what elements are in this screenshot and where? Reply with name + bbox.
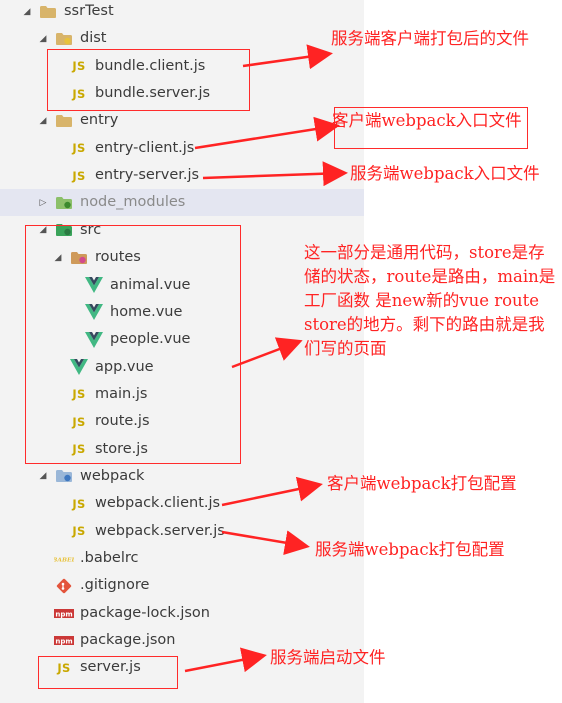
tree-item-label: webpack.client.js — [95, 495, 221, 512]
tree-item-gitignore[interactable]: .gitignore — [0, 572, 364, 599]
tree-item-entry[interactable]: ◢ entry — [0, 107, 364, 134]
tree-item-label: entry-client.js — [95, 139, 195, 156]
folder-icon — [38, 4, 58, 20]
dist-highlight-box — [47, 49, 250, 111]
git-icon — [54, 578, 74, 594]
tree-item-label: ssrTest — [64, 3, 114, 19]
folder-dist-icon — [54, 31, 74, 47]
tree-item-webpack-client-js[interactable]: JS webpack.client.js — [0, 490, 364, 517]
dist-note: 服务端客户端打包后的文件 — [331, 29, 529, 48]
entry-client-note: 客户端webpack入口文件 — [332, 111, 522, 130]
chevron-down-icon[interactable]: ◢ — [36, 471, 50, 481]
src-highlight-box — [25, 225, 241, 464]
server-note: 服务端启动文件 — [270, 648, 386, 667]
folder-node-icon — [54, 195, 74, 211]
webpack-server-note: 服务端webpack打包配置 — [315, 540, 505, 559]
folder-webpack-icon — [54, 468, 74, 484]
svg-text:npm: npm — [55, 637, 72, 645]
svg-text:npm: npm — [55, 610, 72, 618]
chevron-down-icon[interactable]: ◢ — [36, 116, 50, 126]
chevron-down-icon[interactable]: ◢ — [20, 7, 34, 17]
tree-item-label: node_modules — [80, 194, 186, 211]
tree-item-label: .babelrc — [80, 550, 139, 566]
npm-icon: npm — [54, 605, 74, 621]
js-icon: JS — [72, 141, 86, 156]
js-icon: JS — [72, 524, 86, 539]
tree-item-babelrc[interactable]: BABEL .babelrc — [0, 545, 364, 572]
tree-item-webpack-server-js[interactable]: JS webpack.server.js — [0, 518, 364, 545]
tree-item-package-lock-json[interactable]: npm package-lock.json — [0, 600, 364, 627]
webpack-client-note: 客户端webpack打包配置 — [327, 474, 517, 493]
server-highlight-box — [38, 656, 178, 689]
tree-item-entry-client-js[interactable]: JS entry-client.js — [0, 135, 364, 162]
tree-item-ssrtest[interactable]: ◢ ssrTest — [0, 0, 364, 25]
chevron-right-icon[interactable]: ▷ — [36, 198, 50, 208]
js-icon: JS — [72, 496, 86, 511]
tree-item-label: entry — [80, 112, 119, 129]
tree-item-label: package.json — [80, 632, 176, 649]
chevron-down-icon[interactable]: ◢ — [36, 34, 50, 44]
npm-icon: npm — [54, 633, 74, 649]
folder-icon — [54, 113, 74, 129]
tree-item-label: .gitignore — [80, 577, 150, 594]
js-icon: JS — [72, 168, 86, 183]
svg-text:BABEL: BABEL — [54, 556, 74, 563]
tree-item-label: entry-server.js — [95, 167, 200, 184]
tree-item-node-modules[interactable]: ▷ node_modules — [0, 189, 364, 217]
tree-item-entry-server-js[interactable]: JS entry-server.js — [0, 162, 364, 189]
entry-server-note: 服务端webpack入口文件 — [350, 164, 540, 183]
tree-item-label: webpack — [80, 467, 145, 484]
tree-item-label: webpack.server.js — [95, 522, 225, 539]
src-note: 这一部分是通用代码，store是存储的状态，route是路由，main是工厂函数… — [304, 243, 556, 358]
tree-item-webpack[interactable]: ◢ webpack — [0, 463, 364, 490]
tree-item-label: package-lock.json — [80, 604, 210, 621]
babel-icon: BABEL — [54, 551, 74, 567]
